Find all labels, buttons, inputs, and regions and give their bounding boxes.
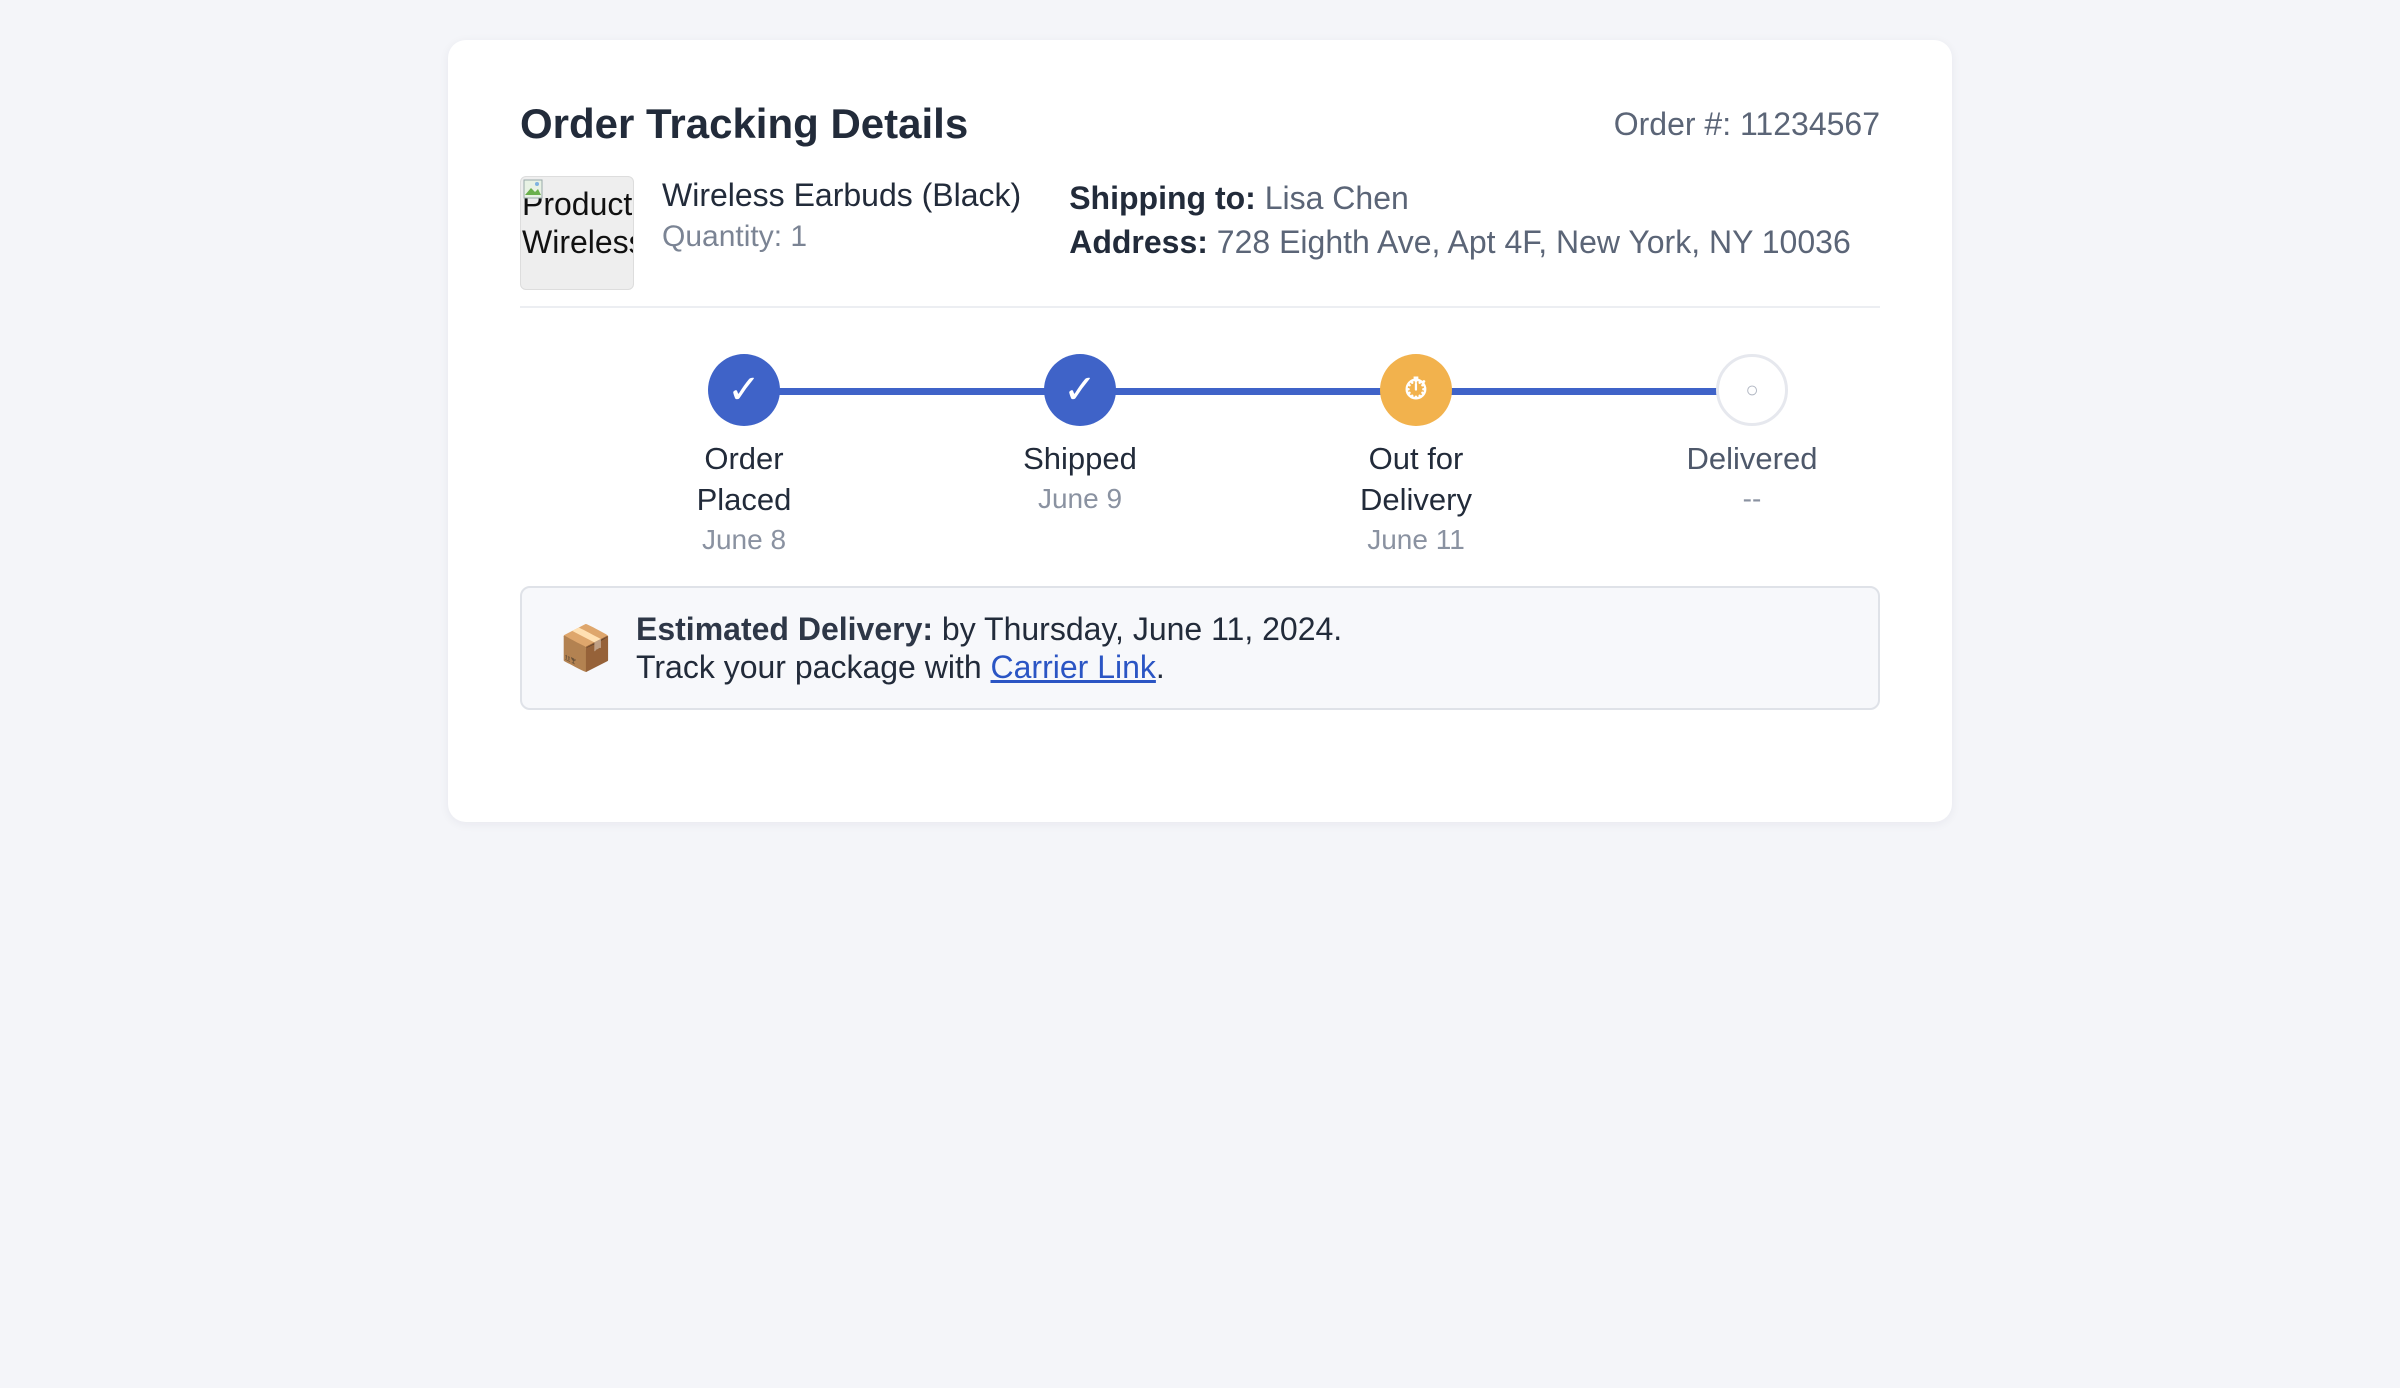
step-order-placed: ✓ Order Placed June 8	[644, 308, 844, 560]
shipping-address-label: Address:	[1069, 224, 1208, 260]
step-date: June 11	[1367, 524, 1465, 555]
progress-line	[736, 388, 1754, 395]
carrier-link[interactable]: Carrier Link	[991, 649, 1156, 685]
page-title: Order Tracking Details	[520, 100, 969, 147]
estimated-delivery-value: by Thursday, June 11, 2024.	[941, 611, 1343, 647]
order-tracking-card: Order Tracking Details Order #: 11234567…	[448, 40, 1952, 822]
shipping-address: Address: 728 Eighth Ave, Apt 4F, New Yor…	[1069, 220, 1851, 264]
track-suffix: .	[1155, 649, 1165, 685]
progress-tracker: ✓ Order Placed June 8 ✓ Shipped June 9 ⏱…	[520, 308, 1880, 586]
estimated-delivery-label: Estimated Delivery:	[636, 611, 934, 647]
order-info: Product Wireless Wireless Earbuds (Black…	[520, 176, 1880, 294]
shipping-to: Shipping to: Lisa Chen	[1069, 176, 1851, 220]
step-label: Shipped	[980, 438, 1180, 479]
shipping-address-value: 728 Eighth Ave, Apt 4F, New York, NY 100…	[1216, 224, 1851, 260]
shipping-to-label: Shipping to:	[1069, 180, 1256, 216]
estimated-delivery-box: 📦 Estimated Delivery: by Thursday, June …	[520, 586, 1880, 710]
step-delivered: ○ Delivered --	[1652, 308, 1852, 519]
step-label: Out for Delivery	[1316, 438, 1516, 520]
step-date: June 8	[701, 524, 787, 555]
empty-circle-icon: ○	[1716, 354, 1788, 426]
step-shipped: ✓ Shipped June 9	[980, 308, 1180, 519]
product-image: Product Wireless	[520, 176, 634, 290]
stopwatch-icon: ⏱	[1380, 354, 1452, 426]
step-out-for-delivery: ⏱ Out for Delivery June 11	[1316, 308, 1516, 560]
order-number: Order #: 11234567	[1613, 105, 1880, 142]
package-icon: 📦	[558, 624, 614, 673]
check-icon: ✓	[1044, 354, 1116, 426]
track-prefix: Track your package with	[636, 649, 982, 685]
product-name: Wireless Earbuds (Black)	[662, 177, 1022, 213]
shipping-to-value: Lisa Chen	[1264, 180, 1409, 216]
product-quantity: Quantity: 1	[662, 220, 808, 253]
step-label-line: Order	[704, 441, 784, 476]
step-label-line: Placed	[696, 482, 792, 517]
broken-image-icon	[523, 179, 543, 199]
step-date: June 9	[1037, 483, 1123, 514]
product-image-alt-line2: Wireless	[522, 224, 634, 260]
step-date: --	[1742, 483, 1762, 514]
check-icon: ✓	[708, 354, 780, 426]
card-header: Order Tracking Details Order #: 11234567	[520, 94, 1880, 154]
estimated-delivery-text: Estimated Delivery: by Thursday, June 11…	[636, 610, 1342, 686]
step-label: Delivered	[1652, 438, 1852, 479]
step-label-line: Delivered	[1686, 441, 1818, 476]
step-label: Order Placed	[644, 438, 844, 520]
step-label-line: Delivery	[1360, 482, 1472, 517]
step-label-line: Shipped	[1023, 441, 1137, 476]
step-label-line: Out for	[1368, 441, 1464, 476]
shipping-details: Shipping to: Lisa Chen Address: 728 Eigh…	[1069, 176, 1851, 294]
product-details: Wireless Earbuds (Black) Quantity: 1	[662, 176, 1021, 294]
